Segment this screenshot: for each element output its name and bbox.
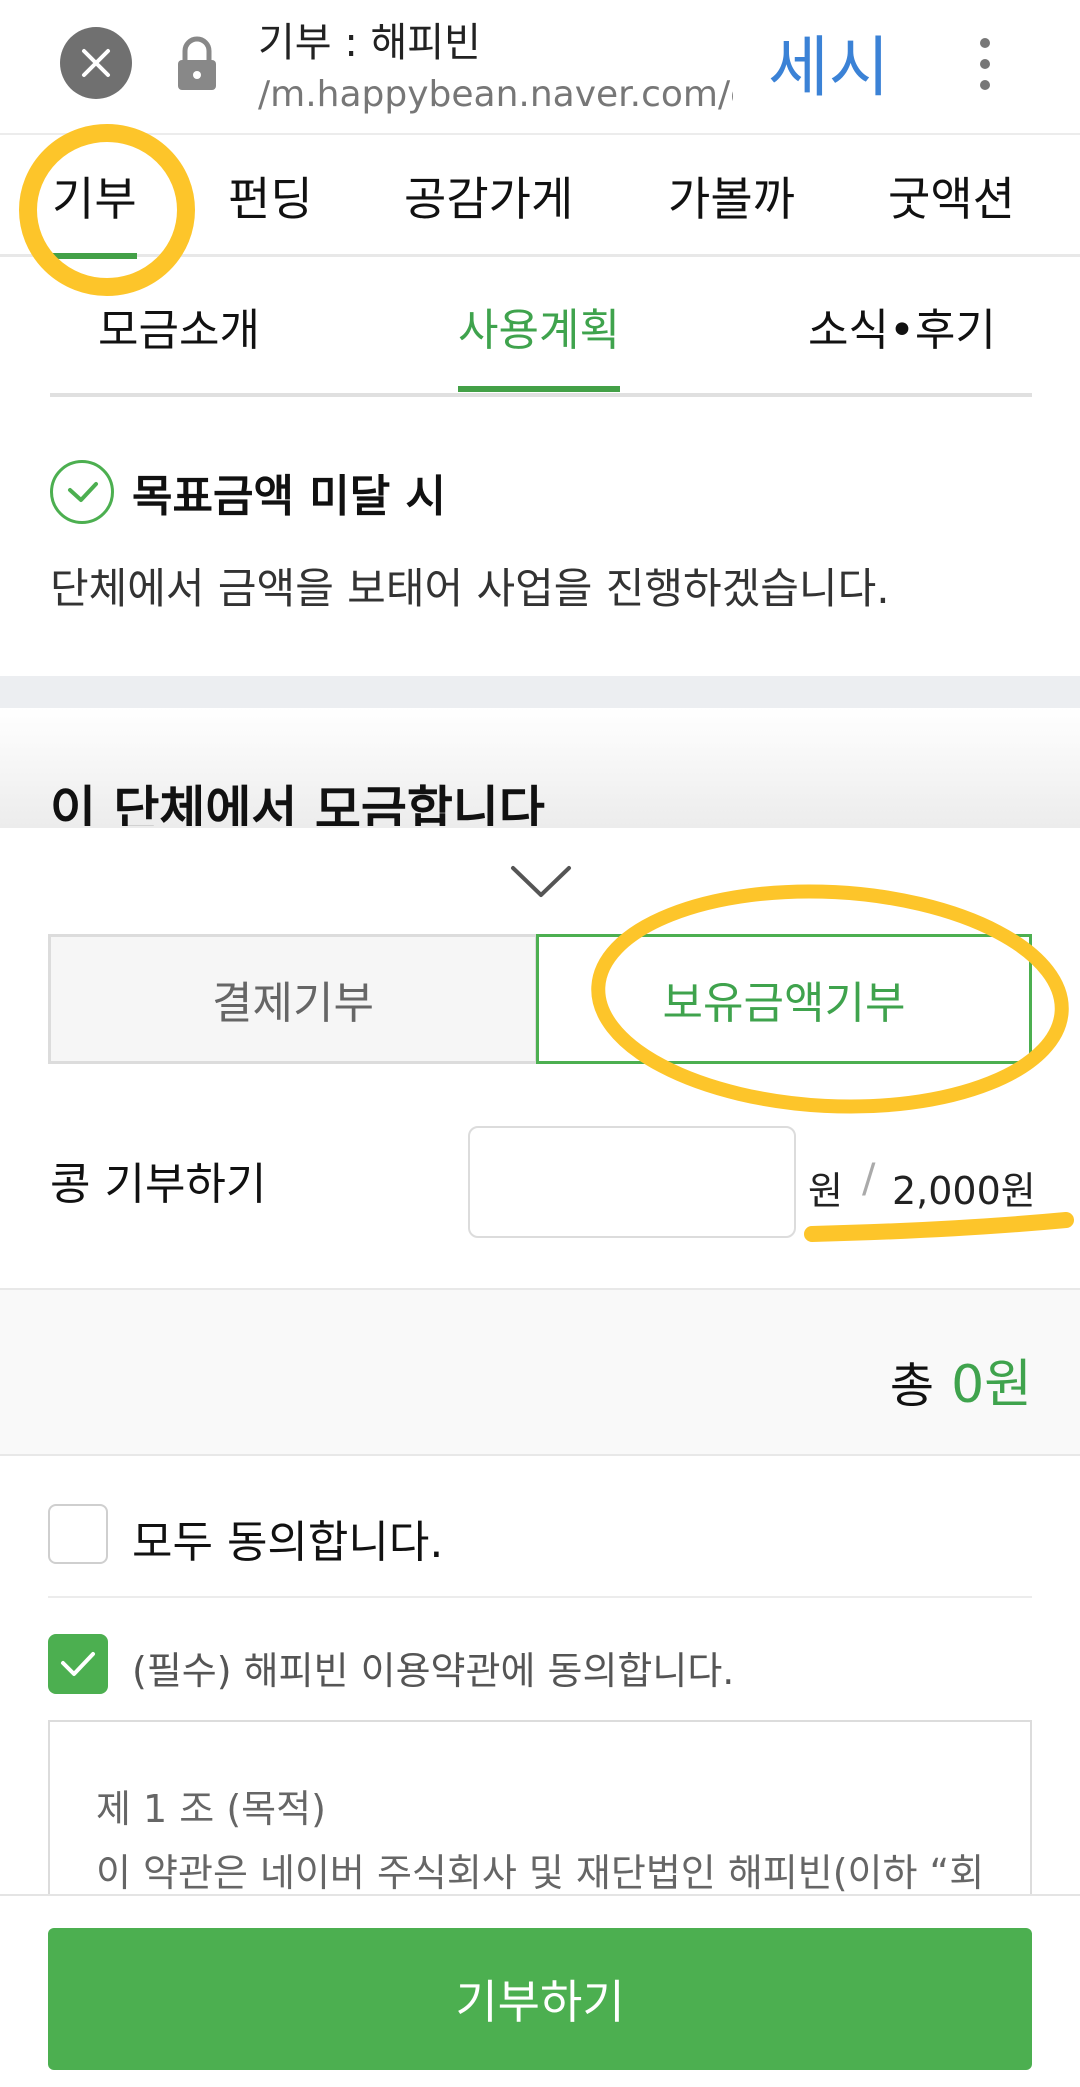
separator: / xyxy=(862,1156,876,1202)
bean-amount-input[interactable] xyxy=(468,1126,796,1238)
agree-all-label[interactable]: 모두 동의합니다. xyxy=(132,1506,443,1570)
terms-article-text: 이 약관은 네이버 주식회사 및 재단법인 해피빈(이하 “회 xyxy=(96,1851,985,1895)
tab-balance-donation[interactable]: 보유금액기부 xyxy=(536,934,1032,1064)
close-icon[interactable] xyxy=(60,27,132,99)
divider xyxy=(50,393,1032,397)
main-tab-donation[interactable]: 기부 xyxy=(52,163,137,259)
donate-button[interactable]: 기부하기 xyxy=(48,1928,1032,2070)
goal-shortfall-title: 목표금액 미달 시 xyxy=(132,471,446,522)
available-balance: 2,000원 xyxy=(892,1169,1036,1213)
tab-payment-donation[interactable]: 결제기부 xyxy=(48,934,538,1064)
lock-icon xyxy=(174,36,220,96)
handwritten-note: 세시 xyxy=(768,29,890,106)
org-section-heading: 이 단체에서 모금합니다 xyxy=(50,781,545,826)
terms-checkbox[interactable] xyxy=(48,1634,108,1694)
browser-toolbar: 기부 : 해피빈 /m.happybean.naver.com/c 세시 xyxy=(0,0,1080,135)
main-tab-store[interactable]: 공감가게 xyxy=(404,163,573,229)
terms-label[interactable]: (필수) 해피빈 이용약관에 동의합니다. xyxy=(132,1640,734,1695)
bottom-action-bar: 기부하기 xyxy=(0,1894,1080,2087)
agree-all-checkbox[interactable] xyxy=(48,1504,108,1564)
terms-scroll-box[interactable]: 제 1 조 (목적) 이 약관은 네이버 주식회사 및 재단법인 해피빈(이하 … xyxy=(48,1720,1032,1900)
chevron-down-icon[interactable] xyxy=(510,865,572,903)
main-tab-good-action[interactable]: 굿액션 xyxy=(888,163,1015,229)
bean-donation-label: 콩 기부하기 xyxy=(50,1159,267,1210)
terms-article-title: 제 1 조 (목적) xyxy=(96,1787,326,1831)
sub-nav: 모금소개 사용계획 소식•후기 xyxy=(0,260,1080,392)
sub-tab-intro[interactable]: 모금소개 xyxy=(98,294,260,358)
goal-shortfall-description: 단체에서 금액을 보태어 사업을 진행하겠습니다. xyxy=(50,564,890,613)
check-circle-icon xyxy=(50,460,114,524)
page-title: 기부 : 해피빈 xyxy=(258,20,481,66)
total-label: 총 xyxy=(889,1358,934,1414)
main-tab-outing[interactable]: 가볼까 xyxy=(668,163,795,229)
sub-tab-news-reviews[interactable]: 소식•후기 xyxy=(808,294,996,358)
url-bar[interactable]: /m.happybean.naver.com/c xyxy=(258,74,733,115)
sub-tab-usage-plan[interactable]: 사용계획 xyxy=(458,294,620,392)
section-separator xyxy=(0,676,1080,708)
currency-unit: 원 xyxy=(808,1169,843,1213)
more-options-icon[interactable] xyxy=(970,34,1000,94)
total-summary: 총 0원 xyxy=(0,1288,1080,1456)
main-tab-funding[interactable]: 펀딩 xyxy=(228,163,313,229)
main-nav: 기부 펀딩 공감가게 가볼까 굿액션 xyxy=(0,137,1080,259)
divider xyxy=(48,1596,1032,1598)
total-amount: 0원 xyxy=(951,1355,1032,1415)
